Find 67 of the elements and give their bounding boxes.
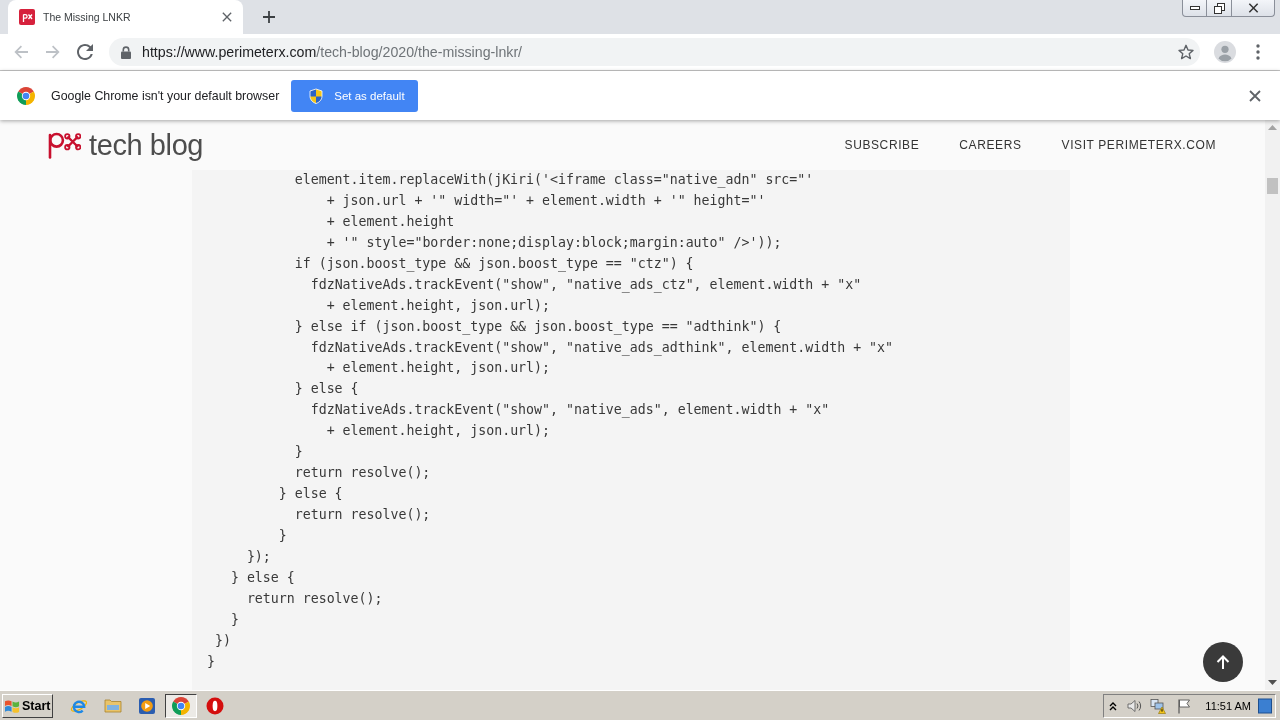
code-line: return resolve(); — [294, 506, 431, 524]
code-line: } — [294, 443, 303, 462]
restore-button[interactable] — [1207, 0, 1232, 17]
arrow-up-icon — [1215, 654, 1231, 670]
taskbar-button[interactable] — [165, 693, 197, 718]
ring-logo-icon — [206, 696, 224, 715]
close-button[interactable] — [1232, 0, 1275, 17]
set-default-button[interactable]: Set as default — [291, 79, 419, 112]
chrome-logo-icon — [172, 696, 190, 715]
scroll-down-icon[interactable] — [1268, 680, 1277, 685]
logo-icon[interactable] — [47, 131, 81, 159]
windows-logo-icon — [5, 698, 20, 713]
code-line: + element.height, json.url); — [326, 296, 551, 315]
code-line: } — [278, 526, 287, 545]
minimize-button[interactable] — [1182, 0, 1207, 17]
start-button[interactable]: Start — [2, 693, 53, 718]
close-icon[interactable] — [1249, 89, 1261, 102]
code-line: + '" style="border:none;display:block;margin:auto" />')); — [326, 233, 782, 252]
code-line: + json.url + '" width="' + element.width + '" height="' — [326, 191, 766, 210]
code-line: + element.height, json.url); — [326, 422, 551, 441]
nav-link[interactable]: VISIT PERIMETERX.COM — [1061, 138, 1216, 152]
code-line: } else { — [278, 485, 343, 504]
code-line: fdzNativeAds.trackEvent("show", "native_ads_adthink", element.width + "x" — [310, 338, 894, 358]
infobar-message: Google Chrome isn't your default browser — [51, 88, 280, 103]
reload-icon[interactable] — [77, 44, 93, 60]
nav-link[interactable]: SUBSCRIBE — [844, 138, 920, 152]
code-line: }); — [246, 547, 271, 566]
avatar-icon[interactable] — [1214, 41, 1236, 63]
nav-link[interactable]: CAREERS — [959, 138, 1022, 152]
folder-icon — [104, 696, 122, 715]
code-line: return resolve(); — [294, 464, 431, 483]
code-line: return resolve(); — [246, 589, 383, 608]
menu-icon[interactable] — [1256, 44, 1260, 60]
chevron-up-icon[interactable] — [1109, 700, 1118, 711]
browser-tab[interactable]: The Missing LNKR — [8, 0, 243, 34]
code-line: fdzNativeAds.trackEvent("show", "native_ads_ctz", element.width + "x" — [310, 275, 862, 295]
code-line: + element.height, json.url); — [326, 359, 551, 378]
code-line: + element.height — [326, 212, 455, 231]
code-line: } else { — [230, 568, 295, 587]
plus-icon[interactable] — [262, 10, 276, 24]
show-desktop-icon[interactable] — [1258, 697, 1272, 714]
code-line: } else if (json.boost_type && json.boost_type == "adthink") { — [294, 317, 782, 337]
minimize-icon — [1189, 6, 1200, 10]
code-line: } else { — [294, 380, 359, 399]
code-line: } — [230, 610, 239, 629]
code-line: if (json.boost_type && json.boost_type == "ctz") { — [294, 254, 694, 274]
close-icon[interactable] — [222, 12, 232, 22]
address-field[interactable]: https://www.perimeterx.com/tech-blog/2020/the-missing-lnkr/ — [109, 38, 1200, 66]
close-icon — [1247, 3, 1259, 13]
flag-icon[interactable] — [1176, 697, 1193, 714]
code-line: element.item.replaceWith(jKiri('<iframe class="native_adn" src="' — [294, 171, 814, 190]
star-icon[interactable] — [1178, 44, 1194, 60]
code-line: }) — [214, 631, 231, 650]
speaker-icon[interactable] — [1126, 697, 1143, 714]
logo-text[interactable]: tech blog — [89, 128, 204, 162]
network-warning-icon[interactable] — [1150, 697, 1167, 714]
scroll-to-top-button[interactable] — [1203, 642, 1243, 682]
restore-icon — [1213, 2, 1225, 14]
shield-icon — [308, 87, 325, 104]
media-player-icon — [138, 696, 156, 715]
chrome-logo-icon — [17, 86, 35, 105]
code-line: fdzNativeAds.trackEvent("show", "native_ads", element.width + "x" — [310, 401, 830, 420]
clock[interactable]: 11:51 AM — [1205, 699, 1251, 712]
favicon-icon — [19, 9, 35, 25]
lock-icon — [121, 45, 131, 59]
code-line: } — [207, 652, 215, 671]
scrollbar-thumb[interactable] — [1267, 178, 1278, 194]
